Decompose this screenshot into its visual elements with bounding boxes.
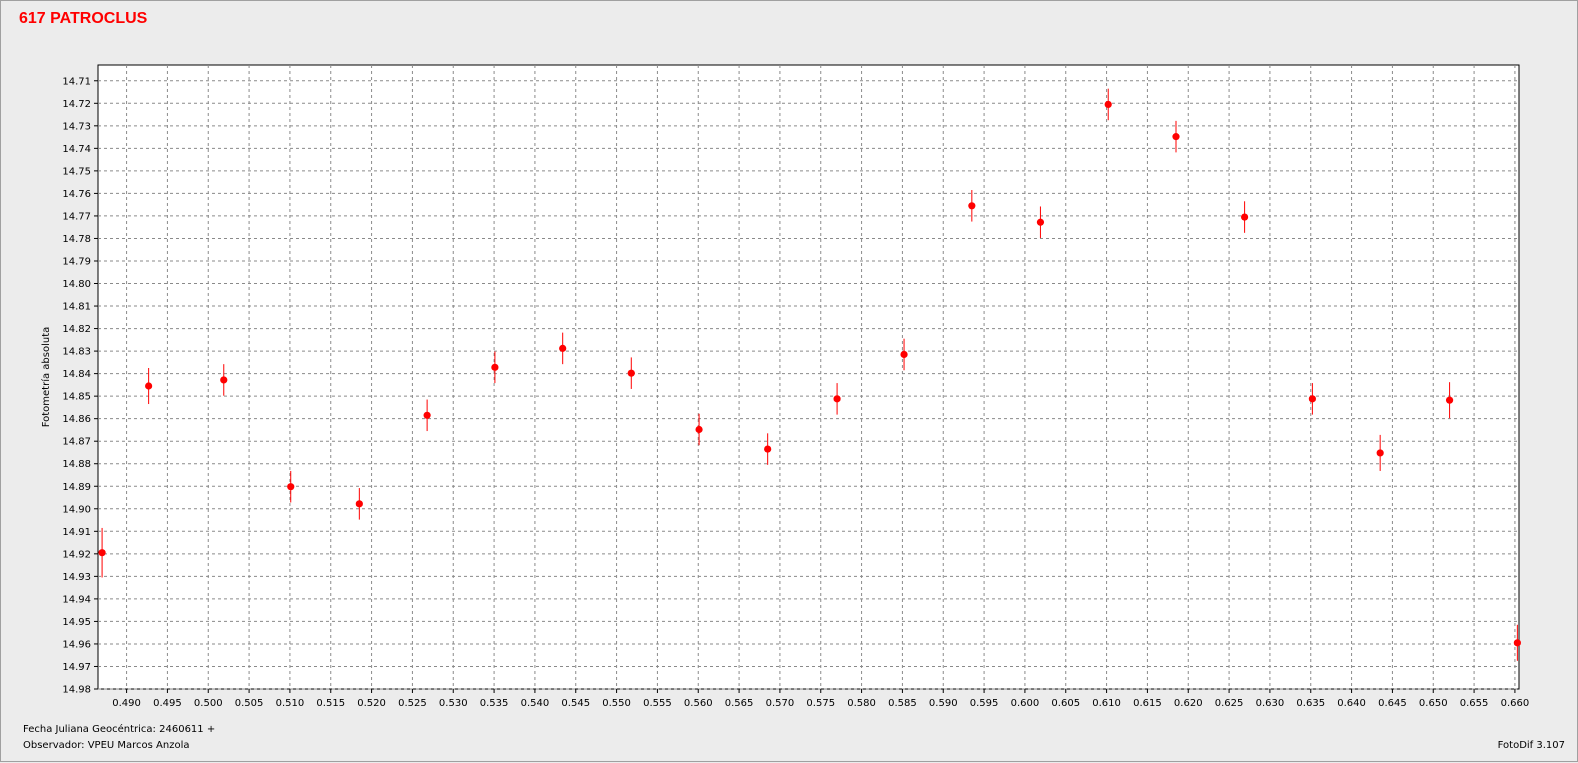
x-tick-label: 0.660: [1501, 698, 1530, 709]
y-axis-label: Fotometría absoluta: [40, 327, 52, 428]
y-tick-label: 14.77: [62, 211, 91, 222]
x-tick-label: 0.620: [1174, 698, 1203, 709]
x-tick-label: 0.550: [602, 698, 631, 709]
y-tick-label: 14.89: [62, 482, 91, 493]
chart-window: 617 PATROCLUS 0.490 0.495 0.500 0.505 0.510 0…: [0, 0, 1578, 762]
data-point: [968, 202, 976, 210]
y-tick-label: 14.92: [62, 549, 91, 560]
data-point: [1445, 396, 1454, 404]
x-tick-label: 0.615: [1133, 698, 1162, 709]
data-point: [287, 483, 295, 491]
x-tick-label: 0.655: [1460, 698, 1489, 709]
x-tick-label: 0.585: [888, 698, 917, 709]
y-tick-label: 14.74: [62, 144, 91, 155]
x-tick-label: 0.635: [1296, 698, 1325, 709]
x-tick-label: 0.505: [235, 698, 264, 709]
data-point: [220, 376, 228, 384]
data-point: [491, 363, 499, 371]
data-point: [1036, 218, 1045, 226]
y-tick-label: 14.85: [62, 392, 91, 403]
y-tick-label: 14.71: [62, 76, 91, 87]
observer-label: Observador:: [23, 740, 85, 751]
data-point: [1241, 213, 1249, 221]
x-tick-label: 0.540: [521, 698, 550, 709]
y-tick-label: 14.73: [62, 121, 91, 132]
x-tick-label: 0.580: [847, 698, 876, 709]
y-tick-label: 14.98: [62, 685, 91, 696]
y-tick-label: 14.79: [62, 256, 91, 267]
y-tick-label: 14.97: [62, 662, 91, 673]
x-tick-label: 0.590: [929, 698, 958, 709]
x-tick-label: 0.500: [194, 698, 223, 709]
observer-line: Observador: VPEU Marcos Anzola: [23, 740, 190, 751]
x-tick-label: 0.575: [806, 698, 835, 709]
lightcurve-chart: 0.490 0.495 0.500 0.505 0.510 0.515 0.520 0.525…: [40, 64, 1529, 709]
data-point: [1376, 449, 1384, 457]
y-tick-label: 14.94: [62, 594, 91, 605]
data-point: [1513, 639, 1521, 647]
x-tick-label: 0.640: [1337, 698, 1366, 709]
y-tick-label: 14.91: [62, 527, 91, 538]
data-point: [145, 382, 153, 390]
x-tick-label: 0.645: [1378, 698, 1407, 709]
x-tick-label: 0.610: [1092, 698, 1121, 709]
x-tick-label: 0.650: [1419, 698, 1448, 709]
x-tick-label: 0.565: [725, 698, 754, 709]
x-tick-label: 0.605: [1051, 698, 1080, 709]
y-tick-label: 14.72: [62, 99, 91, 110]
x-axis: 0.490 0.495 0.500 0.505 0.510 0.515 0.520 0.525…: [112, 689, 1529, 709]
y-tick-label: 14.86: [62, 414, 91, 425]
data-point: [559, 344, 567, 352]
julian-date-label: Fecha Juliana Geocéntrica:: [23, 724, 156, 735]
x-tick-label: 0.520: [357, 698, 386, 709]
data-point: [355, 500, 363, 508]
y-tick-label: 14.80: [62, 279, 91, 290]
y-tick-label: 14.81: [62, 302, 91, 313]
x-tick-label: 0.490: [112, 698, 141, 709]
data-point: [1172, 133, 1180, 141]
y-tick-label: 14.83: [62, 347, 91, 358]
x-tick-label: 0.595: [970, 698, 999, 709]
plot-area: [97, 64, 1520, 690]
data-point: [1308, 395, 1316, 403]
data-point: [695, 425, 703, 434]
x-tick-label: 0.510: [276, 698, 305, 709]
data-point: [833, 395, 841, 403]
x-tick-label: 0.600: [1011, 698, 1040, 709]
y-tick-label: 14.84: [62, 369, 91, 380]
data-point: [764, 445, 772, 453]
y-tick-label: 14.88: [62, 459, 91, 470]
x-tick-label: 0.495: [153, 698, 182, 709]
x-tick-label: 0.530: [439, 698, 468, 709]
y-tick-label: 14.96: [62, 639, 91, 650]
x-tick-label: 0.570: [766, 698, 795, 709]
x-tick-label: 0.555: [643, 698, 672, 709]
y-tick-label: 14.93: [62, 572, 91, 583]
y-tick-label: 14.90: [62, 504, 91, 515]
y-tick-label: 14.87: [62, 437, 91, 448]
y-tick-label: 14.76: [62, 189, 91, 200]
x-tick-label: 0.535: [480, 698, 509, 709]
data-point: [900, 350, 908, 359]
julian-date-value: 2460611 +: [159, 724, 216, 735]
y-tick-label: 14.78: [62, 234, 91, 245]
data-point: [423, 411, 431, 419]
x-tick-label: 0.525: [398, 698, 427, 709]
x-tick-label: 0.625: [1215, 698, 1244, 709]
y-axis: 14.71 14.72 14.73 14.74 14.75 14.76 14.77 14.78…: [62, 76, 98, 696]
data-point: [1104, 100, 1112, 109]
x-tick-label: 0.545: [561, 698, 590, 709]
julian-date-line: Fecha Juliana Geocéntrica: 2460611 +: [23, 724, 215, 735]
y-tick-label: 14.75: [62, 166, 91, 177]
observer-value: VPEU Marcos Anzola: [87, 740, 190, 751]
data-point: [98, 549, 106, 557]
x-tick-label: 0.515: [316, 698, 345, 709]
x-tick-label: 0.630: [1256, 698, 1285, 709]
x-tick-label: 0.560: [684, 698, 713, 709]
data-point: [627, 369, 635, 377]
y-tick-label: 14.82: [62, 324, 91, 335]
y-tick-label: 14.95: [62, 617, 91, 628]
software-version: FotoDif 3.107: [1497, 740, 1565, 751]
